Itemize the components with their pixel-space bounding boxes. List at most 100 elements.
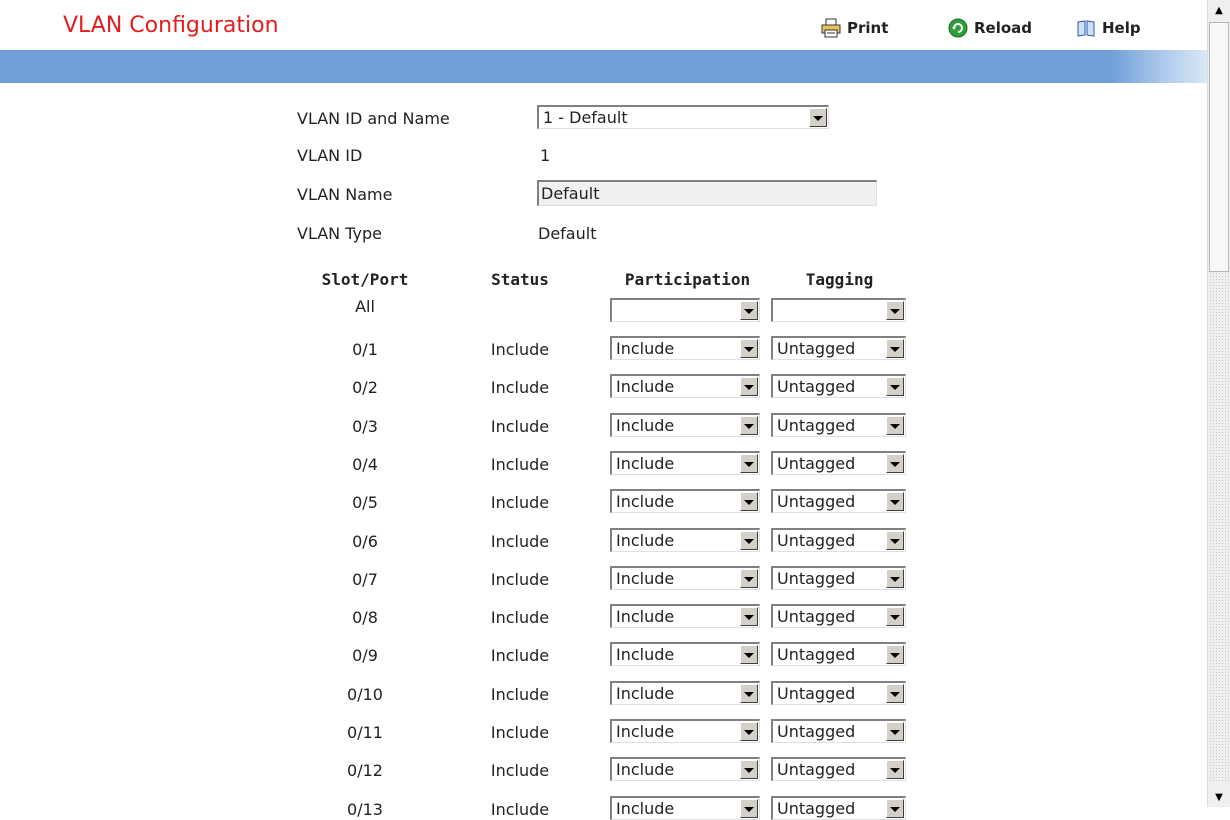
participation-select[interactable]: Include — [610, 374, 760, 398]
chevron-down-icon[interactable] — [740, 645, 758, 664]
participation-value: Include — [616, 760, 675, 779]
table-row-status: Include — [490, 378, 550, 397]
page-title: VLAN Configuration — [63, 13, 279, 38]
vlan-id-and-name-select[interactable]: 1 - Default — [537, 105, 829, 129]
chevron-down-icon[interactable] — [740, 722, 758, 741]
vlan-id-value: 1 — [540, 146, 551, 165]
chevron-down-icon[interactable] — [740, 301, 758, 320]
tagging-value: Untagged — [777, 377, 856, 396]
tagging-select[interactable]: Untagged — [771, 796, 906, 820]
tagging-value: Untagged — [777, 760, 856, 779]
vlan-name-label: VLAN Name — [297, 185, 393, 204]
tagging-select[interactable]: Untagged — [771, 413, 906, 437]
column-header-tagging: Tagging — [805, 270, 874, 289]
participation-value: Include — [616, 684, 675, 703]
all-participation-select[interactable] — [610, 298, 760, 322]
participation-select[interactable]: Include — [610, 681, 760, 705]
chevron-down-icon[interactable] — [740, 492, 758, 511]
tagging-select[interactable]: Untagged — [771, 566, 906, 590]
tagging-value: Untagged — [777, 684, 856, 703]
vertical-scrollbar[interactable]: ▲ ▼ — [1207, 0, 1230, 807]
chevron-down-icon[interactable] — [740, 760, 758, 779]
scroll-down-icon[interactable]: ▼ — [1210, 788, 1228, 806]
chevron-down-icon[interactable] — [886, 569, 904, 588]
chevron-down-icon[interactable] — [886, 645, 904, 664]
chevron-down-icon[interactable] — [886, 339, 904, 358]
participation-value: Include — [616, 492, 675, 511]
participation-select[interactable]: Include — [610, 757, 760, 781]
participation-select[interactable]: Include — [610, 604, 760, 628]
table-row-status: Include — [490, 570, 550, 589]
table-row-status: Include — [490, 493, 550, 512]
vlan-name-field[interactable] — [537, 180, 877, 206]
chevron-down-icon[interactable] — [886, 760, 904, 779]
participation-select[interactable]: Include — [610, 528, 760, 552]
chevron-down-icon[interactable] — [740, 607, 758, 626]
table-row-status: Include — [490, 608, 550, 627]
participation-select[interactable]: Include — [610, 489, 760, 513]
tagging-select[interactable]: Untagged — [771, 336, 906, 360]
participation-select[interactable]: Include — [610, 413, 760, 437]
tagging-select[interactable]: Untagged — [771, 451, 906, 475]
participation-value: Include — [616, 339, 675, 358]
chevron-down-icon[interactable] — [740, 454, 758, 473]
participation-select[interactable]: Include — [610, 451, 760, 475]
tagging-select[interactable]: Untagged — [771, 719, 906, 743]
tagging-select[interactable]: Untagged — [771, 528, 906, 552]
chevron-down-icon[interactable] — [886, 492, 904, 511]
chevron-down-icon[interactable] — [886, 377, 904, 396]
tagging-value: Untagged — [777, 416, 856, 435]
help-button[interactable]: Help — [1076, 17, 1141, 39]
tagging-select[interactable]: Untagged — [771, 642, 906, 666]
chevron-down-icon[interactable] — [740, 339, 758, 358]
chevron-down-icon[interactable] — [886, 799, 904, 818]
vlan-id-and-name-label: VLAN ID and Name — [297, 109, 450, 128]
chevron-down-icon[interactable] — [740, 416, 758, 435]
chevron-down-icon[interactable] — [886, 301, 904, 320]
all-row-label: All — [355, 297, 375, 316]
tagging-select[interactable]: Untagged — [771, 489, 906, 513]
table-row-slot-port: 0/12 — [347, 761, 383, 780]
participation-select[interactable]: Include — [610, 719, 760, 743]
participation-select[interactable]: Include — [610, 642, 760, 666]
all-tagging-select[interactable] — [771, 298, 906, 322]
participation-select[interactable]: Include — [610, 796, 760, 820]
chevron-down-icon[interactable] — [886, 531, 904, 550]
chevron-down-icon[interactable] — [740, 531, 758, 550]
tagging-select[interactable]: Untagged — [771, 604, 906, 628]
participation-value: Include — [616, 416, 675, 435]
scrollbar-thumb[interactable] — [1209, 22, 1229, 272]
vlan-id-label: VLAN ID — [297, 146, 363, 165]
print-button[interactable]: Print — [821, 17, 888, 39]
chevron-down-icon[interactable] — [740, 799, 758, 818]
table-row-status: Include — [490, 417, 550, 436]
chevron-down-icon[interactable] — [886, 454, 904, 473]
tagging-select[interactable]: Untagged — [771, 757, 906, 781]
participation-value: Include — [616, 454, 675, 473]
scroll-up-icon[interactable]: ▲ — [1210, 1, 1228, 19]
participation-select[interactable]: Include — [610, 566, 760, 590]
table-row-status: Include — [490, 340, 550, 359]
chevron-down-icon[interactable] — [740, 569, 758, 588]
participation-select[interactable]: Include — [610, 336, 760, 360]
table-row-slot-port: 0/5 — [352, 493, 378, 512]
chevron-down-icon[interactable] — [740, 684, 758, 703]
tagging-value: Untagged — [777, 492, 856, 511]
tagging-select[interactable]: Untagged — [771, 681, 906, 705]
column-header-participation: Participation — [624, 270, 751, 289]
chevron-down-icon[interactable] — [740, 377, 758, 396]
chevron-down-icon[interactable] — [886, 684, 904, 703]
chevron-down-icon[interactable] — [809, 108, 827, 127]
scrollbar-track[interactable] — [1209, 272, 1229, 782]
reload-button[interactable]: Reload — [948, 17, 1032, 39]
chevron-down-icon[interactable] — [886, 607, 904, 626]
chevron-down-icon[interactable] — [886, 722, 904, 741]
participation-value: Include — [616, 607, 675, 626]
table-row-slot-port: 0/9 — [352, 646, 378, 665]
help-book-icon — [1076, 18, 1096, 38]
tagging-value: Untagged — [777, 645, 856, 664]
chevron-down-icon[interactable] — [886, 416, 904, 435]
tagging-select[interactable]: Untagged — [771, 374, 906, 398]
table-row-slot-port: 0/1 — [352, 340, 378, 359]
table-row-status: Include — [490, 532, 550, 551]
